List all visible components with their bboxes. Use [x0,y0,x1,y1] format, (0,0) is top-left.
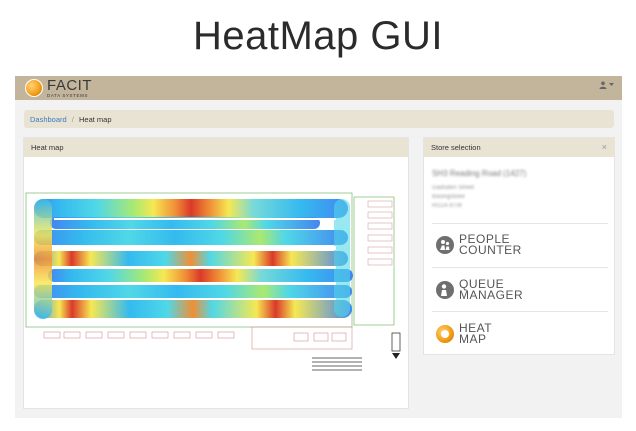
entrance-marker [391,332,401,352]
page-title: HeatMap GUI [192,14,444,58]
store-address-line: RG24 8TW [432,203,463,209]
people-counter-line2: COUNTER [459,243,522,257]
heatmap-panel: Heat map [23,137,409,409]
logo-main-text: FACIT [47,76,93,94]
heatmap-floorplan-svg [25,192,401,371]
store-address-line: Gadsden Street [432,185,475,191]
queue-manager-link[interactable]: QUEUE MANAGER [436,278,524,302]
entrance-arrow-icon [392,353,400,359]
facit-logo[interactable]: FACIT DATA SYSTEMS [25,78,92,98]
queue-manager-icon [436,281,454,299]
people-counter-link[interactable]: PEOPLE COUNTER [436,233,522,257]
store-panel-header: Store selection × [424,138,614,157]
top-navbar: FACIT DATA SYSTEMS [15,76,622,100]
heatmap-canvas[interactable] [24,157,408,408]
user-icon [599,81,607,89]
queue-manager-line2: MANAGER [459,288,524,302]
right-fixtures [367,200,393,266]
breadcrumb-dashboard-link[interactable]: Dashboard [30,115,67,124]
store-panel-title: Store selection [431,143,481,152]
app-window: FACIT DATA SYSTEMS Dashboard / Heat map … [15,76,622,418]
close-icon[interactable]: × [602,142,607,152]
heat-map-link[interactable]: HEAT MAP [436,322,492,346]
breadcrumb: Dashboard / Heat map [24,110,614,128]
divider [432,267,608,268]
heatmap-overlay [34,199,353,319]
heat-map-line2: MAP [459,332,487,346]
caret-down-icon [609,83,614,86]
heatmap-panel-header: Heat map [24,138,408,157]
heatmap-panel-title: Heat map [31,143,64,152]
logo-circle-icon [25,79,43,97]
store-selection-panel: Store selection × SH3 Reading Road (1427… [423,137,615,355]
logo-sub-text: DATA SYSTEMS [47,92,89,98]
entrance-lines [312,357,362,371]
heat-map-icon [436,325,454,343]
store-name[interactable]: SH3 Reading Road (1427) [432,169,526,178]
divider [432,311,608,312]
people-counter-icon [436,236,454,254]
store-address-line: Basingstoke [432,194,465,200]
user-menu[interactable] [599,81,614,89]
checkout-row [43,326,353,350]
breadcrumb-separator: / [71,115,74,124]
divider [432,223,608,224]
breadcrumb-current: Heat map [78,115,112,124]
